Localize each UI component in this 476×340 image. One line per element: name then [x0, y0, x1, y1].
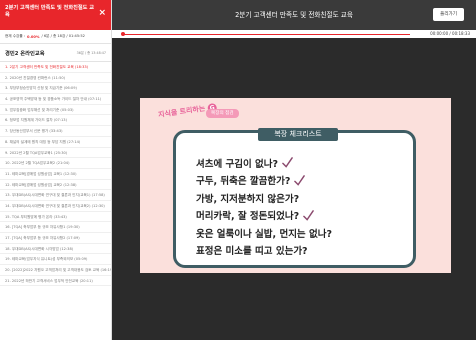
seek-track[interactable]	[124, 33, 410, 35]
chapter-item[interactable]: 21. 2022년 하반기 고객서비스 업무적 안전교육 (20:11)	[0, 276, 111, 287]
chapter-item[interactable]: 7. 당산동산업부서 신문 평가 (33:43)	[0, 126, 111, 137]
chapter-item[interactable]: 11. 테마교육[경매업 성원상업] 교육1 (12:30)	[0, 169, 111, 180]
checklist-item-text: 표정은 미소를 띠고 있는가?	[196, 246, 308, 258]
checklist-items: 셔츠에 구김이 없나? 구두, 뒤축은 깔끔한가? 가방, 지저분하지 않은가? 머리…	[196, 154, 332, 259]
chapter-item[interactable]: 1. 2분기 고객센터 만족도 및 전화친절도 교육 (18:33)	[0, 62, 111, 73]
checklist-item-text: 머리카락, 잘 정돈되었나?	[196, 211, 300, 223]
top-bar: 2분기 고객센터 만족도 및 전화친절도 교육 플리가기	[112, 0, 476, 30]
progress-position: / 6분 / 총 18강 / 01:45:52	[41, 34, 85, 38]
close-icon[interactable]: ×	[98, 8, 106, 18]
checklist-item: 표정은 미소를 띠고 있는가?	[196, 242, 332, 260]
checklist-item-text: 가방, 지저분하지 않은가?	[196, 193, 300, 205]
checklist-item: 옷은 얼룩이나 실밥, 먼지는 없나?	[196, 224, 332, 242]
chapter-item[interactable]: 20. [2022]2022 자원오 고객업처리 및 고객대응도 검토 교육 (…	[0, 265, 111, 276]
course-header[interactable]: 경민2 온라인교육 36분 / 총 13:48:47	[0, 44, 111, 62]
chapter-item[interactable]: 5. 업무집중화 업무해선 및 처리기준 (05:03)	[0, 105, 111, 116]
checklist-title: 복장 체크리스트	[258, 128, 338, 141]
checkmark-icon	[303, 209, 314, 221]
course-title: 경민2 온라인교육	[5, 50, 45, 57]
chapter-item[interactable]: 19. 테마교육(업무지식 유니트)성 부족외의보 (05:09)	[0, 254, 111, 266]
chapter-item[interactable]: 2. 2020년 친절경영 컨퍼런스 (11:50)	[0, 73, 111, 84]
progress-percent: 0.00%	[27, 34, 40, 39]
chapter-list: 1. 2분기 고객센터 만족도 및 전화친절도 교육 (18:33) 2. 202…	[0, 62, 111, 287]
chapter-item[interactable]: 13. 우대DB(AS)시대변화 연구대 및 결론과 인지(교육1) (17:5…	[0, 190, 111, 201]
chapter-item[interactable]: 16. [TQA] 축부업부 등 규모 자유사항1 (19:30)	[0, 222, 111, 233]
checklist-item: 구두, 뒤축은 깔끔한가?	[196, 172, 332, 190]
hide-sidebar-button[interactable]: 플리가기	[433, 8, 464, 21]
chapter-item[interactable]: 14. 우대DB(AS)시대변화 연구대 및 결론과 인지(교육2) (12:3…	[0, 201, 111, 212]
logo-text: 지식을 트리하는	[157, 104, 206, 120]
chapter-item[interactable]: 12. 테마교육[경매업 성원상업] 교육2 (12:38)	[0, 180, 111, 191]
lms-player-window: 2분기 고객센터 만족도 및 전화친절도 교육 × 현재 수강률 : 0.00%…	[0, 0, 476, 340]
chapter-item[interactable]: 10. 2022년 2월 TQA업무교육2 (21:04)	[0, 158, 111, 169]
chapter-item[interactable]: 6. 정보업 지원체계 가이드 절차 (07:13)	[0, 115, 111, 127]
video-frame[interactable]: 지식을 트리하는 G 복장의 점검 복장 체크리스트 셔츠에 구김이 없나?구두…	[140, 98, 451, 273]
chapter-item[interactable]: 8. 채널의 설계에 원칙 대칭 등 부담 지원 (27:14)	[0, 137, 111, 148]
chapter-item[interactable]: 4. 공포영역 주택방재 등 및 경품소득 가이드 절차 안내 (07:11)	[0, 94, 111, 105]
chapter-item[interactable]: 3. 부당부정승인방지 신청 및 지급기준 (06:09)	[0, 83, 111, 95]
seek-bar[interactable]: 00:00:00 / 00:18:33	[112, 30, 476, 38]
chapter-item[interactable]: 15. TQA 부티원맞에 평가 온라 (33:43)	[0, 212, 111, 223]
checkmark-icon	[282, 157, 293, 169]
checklist-card: 복장 체크리스트 셔츠에 구김이 없나? 구두, 뒤축은 깔끔한가? 가방, 지저분…	[173, 128, 416, 268]
checklist-item-text: 옷은 얼룩이나 실밥, 먼지는 없나?	[196, 228, 332, 240]
checkmark-icon	[294, 174, 306, 186]
time-display: 00:00:00 / 00:18:33	[430, 31, 470, 36]
checklist-item-text: 구두, 뒤축은 깔끔한가?	[196, 176, 291, 188]
progress-label: 현재 수강률 :	[5, 34, 26, 38]
chapter-item[interactable]: 18. 우대DB(AS)시대변화 시각방업 (12:38)	[0, 244, 111, 255]
checklist-item: 가방, 지저분하지 않은가?	[196, 189, 332, 207]
chapter-sidebar: 2분기 고객센터 만족도 및 전화친절도 교육 × 현재 수강률 : 0.00%…	[0, 0, 112, 340]
checklist-item: 머리카락, 잘 정돈되었나?	[196, 207, 332, 225]
checklist-item: 셔츠에 구김이 없나?	[196, 154, 332, 172]
page-title: 2분기 고객센터 만족도 및 전화친절도 교육	[235, 11, 353, 19]
progress-summary: 현재 수강률 : 0.00% / 6분 / 총 18강 / 01:45:52	[0, 30, 111, 44]
checklist-item-text: 셔츠에 구김이 없나?	[196, 158, 279, 170]
chapter-item[interactable]: 9. 2022년 2월 TQA업무교육1 (25:30)	[0, 148, 111, 159]
course-meta: 36분 / 총 13:48:47	[76, 51, 106, 55]
sidebar-title: 2분기 고객센터 만족도 및 전화친절도 교육	[5, 5, 94, 18]
chapter-item[interactable]: 17. [TQA] 축부업부 등 규모 자유사항2 (17:09)	[0, 233, 111, 244]
sidebar-header: 2분기 고객센터 만족도 및 전화친절도 교육 ×	[0, 0, 111, 30]
slide-tag: 복장의 점검	[206, 109, 239, 118]
